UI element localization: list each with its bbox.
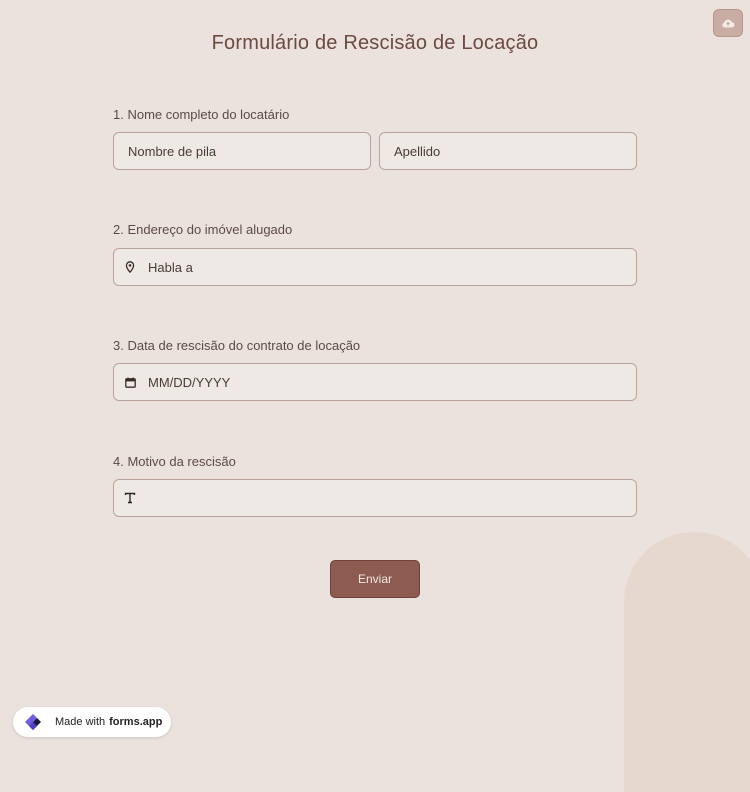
- cloud-upload-icon: [722, 19, 735, 28]
- reason-field[interactable]: [113, 479, 637, 517]
- made-with-text: Made with: [55, 716, 106, 728]
- calendar-icon: [124, 376, 136, 388]
- submit-button[interactable]: Enviar: [330, 560, 420, 598]
- address-placeholder: Habla a: [148, 259, 193, 275]
- last-name-field[interactable]: Apellido: [379, 132, 637, 170]
- question-label-name: 1. Nome completo do locatário: [113, 107, 290, 122]
- date-placeholder: MM/DD/YYYY: [148, 374, 231, 390]
- form-title: Formulário de Rescisão de Locação: [211, 32, 539, 54]
- date-field[interactable]: MM/DD/YYYY: [113, 363, 637, 401]
- brand-name: forms.app: [109, 716, 163, 728]
- question-label-date: 3. Data de rescisão do contrato de locaç…: [113, 338, 361, 353]
- question-label-address: 2. Endereço do imóvel alugado: [113, 222, 293, 237]
- text-icon: [124, 492, 136, 504]
- decorative-arch: [624, 532, 750, 792]
- first-name-placeholder: Nombre de pila: [128, 143, 217, 159]
- made-with-badge[interactable]: Made with forms.app: [13, 707, 171, 737]
- address-field[interactable]: Habla a: [113, 248, 637, 286]
- last-name-placeholder: Apellido: [394, 143, 441, 159]
- forms-app-logo-icon: [25, 714, 41, 730]
- question-label-reason: 4. Motivo da rescisão: [113, 454, 236, 469]
- first-name-field[interactable]: Nombre de pila: [113, 132, 371, 170]
- location-pin-icon: [124, 261, 136, 273]
